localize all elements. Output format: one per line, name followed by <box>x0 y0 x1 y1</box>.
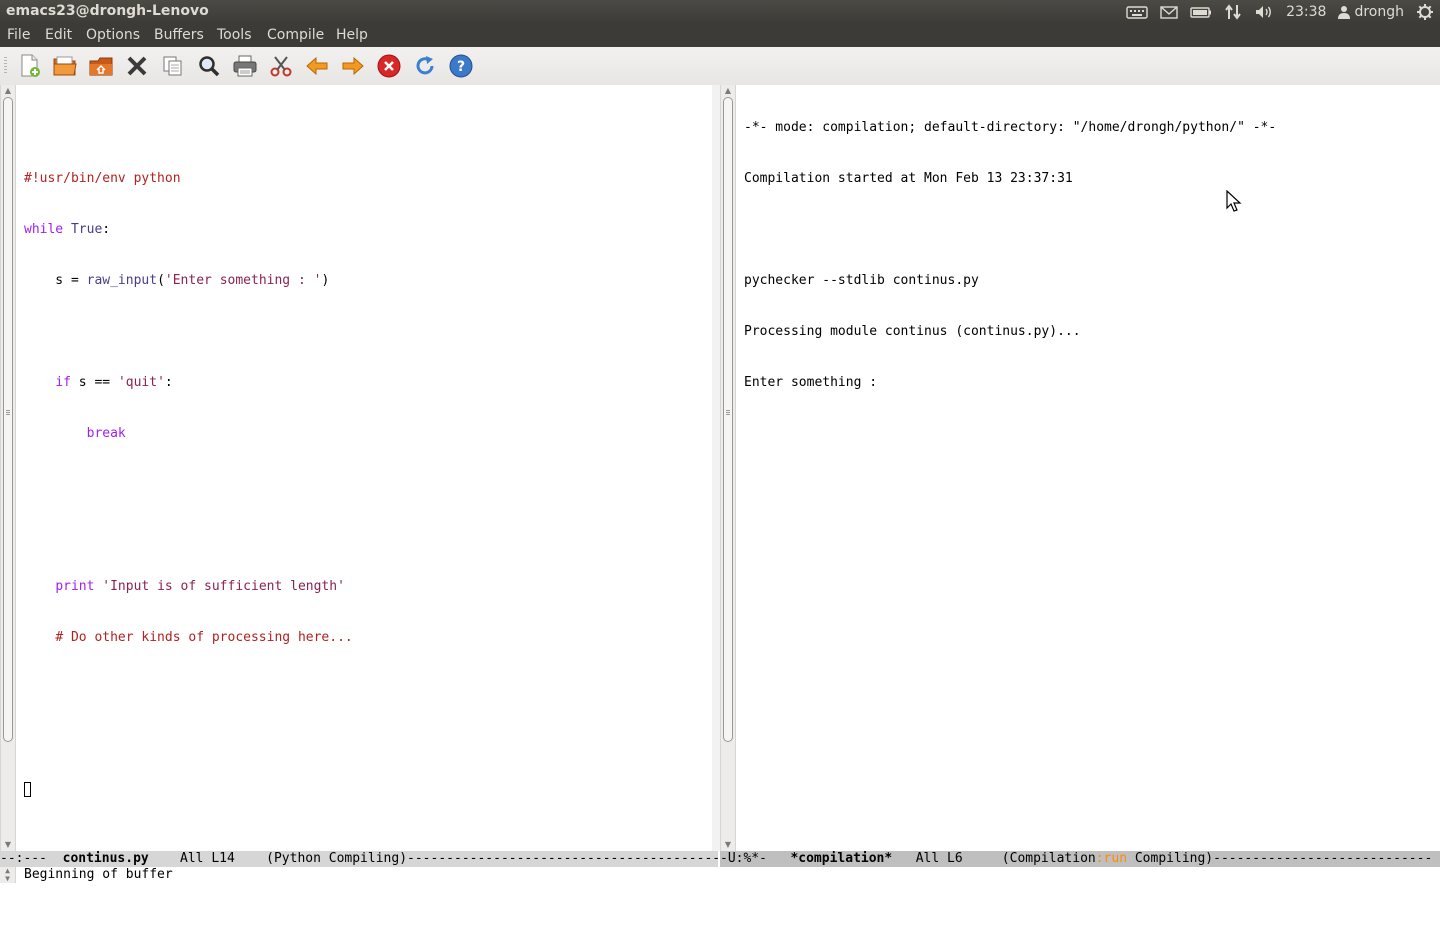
echo-area-message: Beginning of buffer <box>24 867 173 882</box>
volume-icon[interactable] <box>1254 4 1274 20</box>
cut-scissors-icon[interactable] <box>268 53 294 79</box>
compilation-line: Compilation started at Mon Feb 13 23:37:… <box>744 171 1073 186</box>
compilation-line <box>744 221 1434 238</box>
compilation-line: pychecker --stdlib continus.py <box>744 273 979 288</box>
minibuffer[interactable]: ▲ ▼ Beginning of buffer <box>0 867 1440 883</box>
menu-edit[interactable]: Edit <box>45 27 72 43</box>
code-line-break: break <box>86 426 126 441</box>
ml-buffer-name[interactable]: *compilation* <box>790 851 892 866</box>
ml-mode-close: Compiling) <box>1127 851 1214 866</box>
copy-icon[interactable] <box>160 53 186 79</box>
text-cursor <box>24 782 31 797</box>
code-line-shebang: #!usr/bin/env python <box>24 171 181 186</box>
compilation-line: Processing module continus (continus.py)… <box>744 324 1081 339</box>
user-menu[interactable]: drongh <box>1338 4 1404 20</box>
ml-status: -U:%*- <box>720 851 767 866</box>
toolbar: ? <box>0 47 1440 86</box>
left-mode-line[interactable]: --:--- continus.py All L14 (Python Compi… <box>0 851 718 867</box>
scroll-down-arrow-icon[interactable]: ▼ <box>4 841 12 849</box>
code-line-print: print 'Input is of sufficient length' <box>55 579 345 594</box>
help-question-icon[interactable]: ? <box>448 53 474 79</box>
code-line-if: if s == 'quit': <box>55 375 173 390</box>
menu-file[interactable]: File <box>7 27 30 43</box>
ml-fill: ---------------------------- <box>1213 851 1433 866</box>
menu-bar: File Edit Options Buffers Tools Compile … <box>0 24 1440 47</box>
battery-icon[interactable] <box>1190 5 1212 19</box>
emacs-frame: ▲ ▼ #!usr/bin/env python while True: s =… <box>0 85 1440 883</box>
ml-position: All L14 <box>180 851 235 866</box>
user-icon <box>1338 6 1351 19</box>
scroll-up-arrow-icon[interactable]: ▲ <box>4 87 12 95</box>
right-mode-line[interactable]: -U:%*- *compilation* All L6 (Compilation… <box>720 851 1440 867</box>
window-title: emacs23@drongh-Lenovo <box>6 3 209 19</box>
compilation-line: Enter something : <box>744 375 878 390</box>
power-gear-icon[interactable] <box>1416 3 1434 21</box>
scroll-grip <box>726 410 730 416</box>
forward-arrow-icon[interactable] <box>340 53 366 79</box>
left-scroll-thumb[interactable] <box>3 97 13 742</box>
menu-tools[interactable]: Tools <box>217 27 252 43</box>
toolbar-grip[interactable] <box>4 57 7 75</box>
ml-position: All L6 <box>915 851 963 866</box>
new-file-icon[interactable] <box>17 53 43 79</box>
window-title-bar: emacs23@drongh-Lenovo 23:38 drongh <box>0 0 1440 24</box>
minibuffer-scroll-icon[interactable]: ▲ ▼ <box>0 867 16 883</box>
mouse-pointer-icon <box>1226 190 1242 212</box>
scroll-up-arrow-icon[interactable]: ▲ <box>724 87 732 95</box>
print-icon[interactable] <box>232 53 258 79</box>
menu-compile[interactable]: Compile <box>267 27 324 43</box>
ml-modes[interactable]: (Python Compiling) <box>266 851 407 866</box>
close-x-icon[interactable] <box>124 53 150 79</box>
scroll-down-arrow-icon[interactable]: ▼ <box>724 841 732 849</box>
right-buffer-compilation[interactable]: -*- mode: compilation; default-directory… <box>744 85 1434 851</box>
open-folder-icon[interactable] <box>52 53 78 79</box>
open-directory-icon[interactable] <box>88 53 114 79</box>
code-line-input: s = raw_input('Enter something : ') <box>24 273 330 288</box>
user-name: drongh <box>1354 4 1404 20</box>
bottom-strip <box>0 883 1440 900</box>
search-magnifier-icon[interactable] <box>196 53 222 79</box>
svg-text:?: ? <box>457 59 465 75</box>
left-scrollbar[interactable]: ▲ ▼ <box>0 85 16 851</box>
ml-buffer-name[interactable]: continus.py <box>63 851 149 866</box>
menu-options[interactable]: Options <box>86 27 140 43</box>
code-line-comment: # Do other kinds of processing here... <box>55 630 353 645</box>
code-line-while: while True: <box>24 222 111 237</box>
stop-red-icon[interactable] <box>376 53 402 79</box>
keyboard-icon[interactable] <box>1126 5 1148 19</box>
network-updown-icon[interactable] <box>1224 3 1242 21</box>
mail-icon[interactable] <box>1160 5 1178 19</box>
system-tray: 23:38 drongh <box>1126 0 1434 24</box>
ml-run-status: :run <box>1095 851 1128 866</box>
ml-status: --:--- <box>0 851 47 866</box>
menu-help[interactable]: Help <box>336 27 368 43</box>
window-divider[interactable] <box>712 85 720 851</box>
ml-mode-open[interactable]: (Compilation <box>1002 851 1096 866</box>
right-scrollbar[interactable]: ▲ ▼ <box>720 85 736 851</box>
left-buffer-python[interactable]: #!usr/bin/env python while True: s = raw… <box>24 85 712 851</box>
refresh-icon[interactable] <box>412 53 438 79</box>
code-line-cursor <box>24 782 712 799</box>
back-arrow-icon[interactable] <box>304 53 330 79</box>
ml-fill: ---------------------------------------- <box>407 851 718 866</box>
right-scroll-thumb[interactable] <box>723 97 733 742</box>
scroll-grip <box>6 410 10 416</box>
menu-buffers[interactable]: Buffers <box>154 27 204 43</box>
compilation-line: -*- mode: compilation; default-directory… <box>744 120 1277 135</box>
clock[interactable]: 23:38 <box>1286 4 1326 20</box>
